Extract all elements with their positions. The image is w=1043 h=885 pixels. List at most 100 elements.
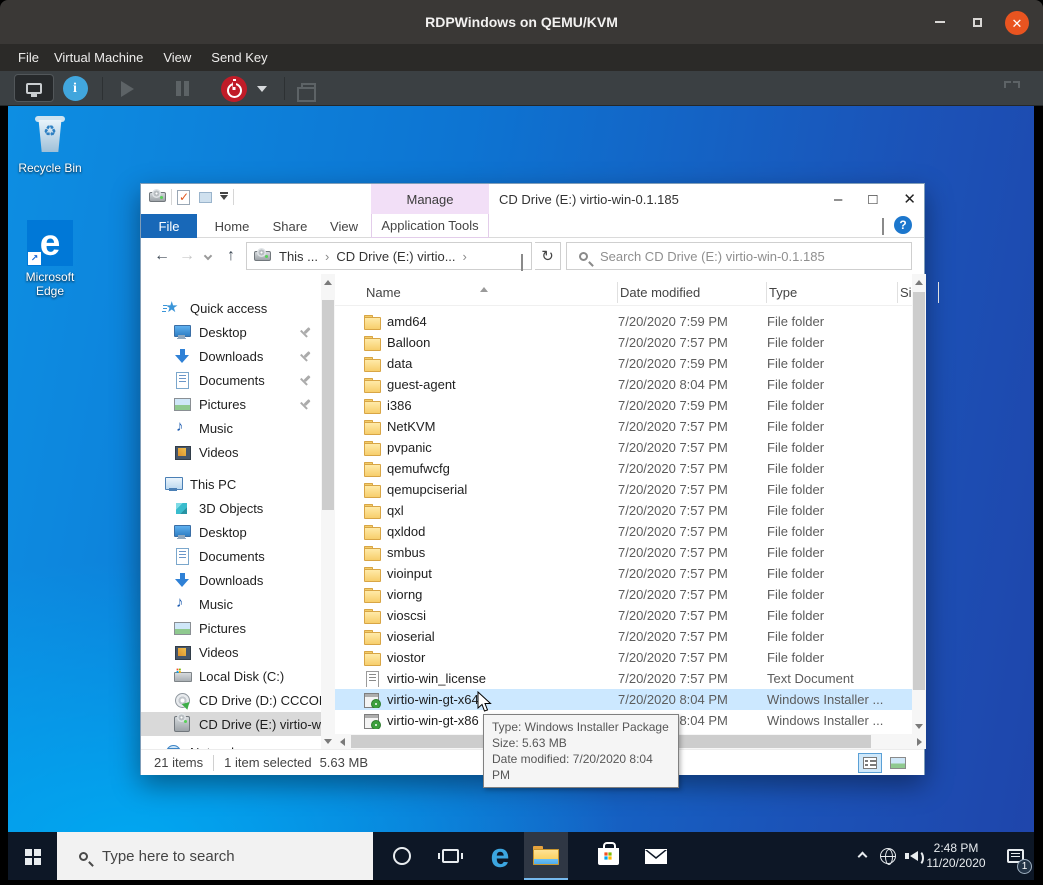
sidebar-item-videos[interactable]: Videos [141, 440, 321, 464]
file-row-vioinput[interactable]: vioinput 7/20/2020 7:57 PM File folder [335, 563, 912, 584]
column-header-type[interactable]: Type [767, 279, 898, 306]
file-row-virtio-win-license[interactable]: virtio-win_license 7/20/2020 7:57 PM Tex… [335, 668, 912, 689]
file-row-amd64[interactable]: amd64 7/20/2020 7:59 PM File folder [335, 311, 912, 332]
file-row-i386[interactable]: i386 7/20/2020 7:59 PM File folder [335, 395, 912, 416]
file-row-vioscsi[interactable]: vioscsi 7/20/2020 7:57 PM File folder [335, 605, 912, 626]
viewer-minimize-button[interactable] [929, 11, 951, 33]
breadcrumb-chevron-icon[interactable]: › [325, 249, 329, 264]
file-row-netkvm[interactable]: NetKVM 7/20/2020 7:57 PM File folder [335, 416, 912, 437]
edge-taskbar-button[interactable]: e [478, 832, 522, 880]
store-taskbar-button[interactable] [586, 832, 630, 880]
desktop-icon-recycle-bin[interactable]: ♻ Recycle Bin [12, 116, 88, 175]
refresh-button[interactable]: ↻ [535, 242, 561, 270]
sidebar-item-3d-objects[interactable]: 3D Objects [141, 496, 321, 520]
explorer-titlebar[interactable]: Manage CD Drive (E:) virtio-win-0.1.185 … [141, 184, 924, 214]
file-row-qxldod[interactable]: qxldod 7/20/2020 7:57 PM File folder [335, 521, 912, 542]
taskbar-clock[interactable]: 2:48 PM 11/20/2020 [920, 832, 992, 880]
menu-send-key[interactable]: Send Key [211, 46, 267, 69]
sidebar-item-cd-drive-d-cccoma[interactable]: CD Drive (D:) CCCOMA_ [141, 688, 321, 712]
fullscreen-button[interactable] [998, 71, 1026, 106]
file-row-data[interactable]: data 7/20/2020 7:59 PM File folder [335, 353, 912, 374]
file-row-smbus[interactable]: smbus 7/20/2020 7:57 PM File folder [335, 542, 912, 563]
viewer-maximize-button[interactable] [966, 11, 988, 33]
back-button[interactable]: ← [149, 238, 175, 274]
sidebar-item-cd-drive-e-virtio-win-0[interactable]: CD Drive (E:) virtio-win-0 [141, 712, 321, 736]
file-row-qemufwcfg[interactable]: qemufwcfg 7/20/2020 7:57 PM File folder [335, 458, 912, 479]
customize-qat-caret-icon[interactable] [220, 195, 228, 200]
sidebar-item-pictures[interactable]: Pictures [141, 616, 321, 640]
scrollbar-thumb[interactable] [913, 292, 925, 690]
sidebar-section-quick-access[interactable]: Quick access [141, 296, 321, 320]
sidebar-section-this-pc[interactable]: This PC [141, 472, 321, 496]
taskbar-search-input[interactable] [100, 847, 373, 866]
ribbon-tab-share[interactable]: Share [261, 214, 319, 238]
file-row-viostor[interactable]: viostor 7/20/2020 7:57 PM File folder [335, 647, 912, 668]
menu-file[interactable]: File [18, 46, 39, 69]
taskbar-search[interactable] [57, 832, 373, 880]
start-button[interactable] [8, 832, 57, 880]
ribbon-tab-home[interactable]: Home [203, 214, 261, 238]
info-button[interactable]: i [61, 71, 89, 106]
viewer-close-button[interactable]: ✕ [1005, 11, 1029, 35]
file-row-virtio-win-gt-x64[interactable]: virtio-win-gt-x64 7/20/2020 8:04 PM Wind… [335, 689, 912, 710]
file-row-pvpanic[interactable]: pvpanic 7/20/2020 7:57 PM File folder [335, 437, 912, 458]
column-header-name[interactable]: Name [335, 279, 618, 306]
address-dropdown-caret-icon[interactable] [521, 254, 523, 269]
scroll-down-icon[interactable] [321, 733, 335, 749]
explorer-close-button[interactable]: ✕ [903, 192, 916, 207]
sidebar-item-desktop[interactable]: Desktop [141, 320, 321, 344]
menu-virtual-machine[interactable]: Virtual Machine [54, 46, 143, 69]
up-button[interactable]: ↑ [219, 238, 243, 274]
new-folder-icon[interactable] [199, 192, 212, 203]
scrollbar-thumb[interactable] [322, 300, 334, 510]
explorer-maximize-button[interactable]: □ [868, 192, 877, 207]
shutdown-menu-button[interactable] [252, 71, 272, 106]
search-box[interactable] [566, 242, 912, 270]
network-tray-button[interactable] [874, 832, 902, 880]
file-list-vertical-scrollbar[interactable] [912, 274, 926, 734]
breadcrumb-segment[interactable]: CD Drive (E:) virtio... [336, 249, 455, 264]
address-bar[interactable]: This ... › CD Drive (E:) virtio... › [246, 242, 532, 270]
ribbon-tab-application-tools[interactable]: Application Tools [371, 214, 489, 238]
mail-taskbar-button[interactable] [634, 832, 678, 880]
file-row-guest-agent[interactable]: guest-agent 7/20/2020 8:04 PM File folde… [335, 374, 912, 395]
thumbnails-view-button[interactable] [886, 753, 910, 773]
help-icon[interactable]: ? [894, 216, 912, 234]
sidebar-item-documents[interactable]: Documents [141, 544, 321, 568]
sidebar-item-downloads[interactable]: Downloads [141, 568, 321, 592]
file-row-vioserial[interactable]: vioserial 7/20/2020 7:57 PM File folder [335, 626, 912, 647]
tray-expand-button[interactable] [848, 832, 876, 880]
explorer-minimize-button[interactable]: – [834, 192, 842, 207]
sidebar-item-documents[interactable]: Documents [141, 368, 321, 392]
ribbon-tab-view[interactable]: View [319, 214, 369, 238]
menu-view[interactable]: View [163, 46, 191, 69]
ribbon-tab-file[interactable]: File [141, 214, 197, 238]
sidebar-item-videos[interactable]: Videos [141, 640, 321, 664]
sidebar-item-local-disk-c[interactable]: Local Disk (C:) [141, 664, 321, 688]
sidebar-item-desktop[interactable]: Desktop [141, 520, 321, 544]
ribbon-tab-manage[interactable]: Manage [371, 184, 489, 214]
display-button[interactable] [14, 74, 54, 102]
breadcrumb-segment[interactable]: This ... [279, 249, 318, 264]
file-row-qxl[interactable]: qxl 7/20/2020 7:57 PM File folder [335, 500, 912, 521]
scroll-up-icon[interactable] [321, 274, 335, 290]
file-row-balloon[interactable]: Balloon 7/20/2020 7:57 PM File folder [335, 332, 912, 353]
column-header-date-modified[interactable]: Date modified [618, 279, 767, 306]
sidebar-item-downloads[interactable]: Downloads [141, 344, 321, 368]
sidebar-scrollbar[interactable] [321, 274, 335, 749]
scroll-down-icon[interactable] [912, 718, 926, 734]
scroll-up-icon[interactable] [912, 274, 926, 290]
sidebar-item-music[interactable]: Music [141, 416, 321, 440]
collapse-ribbon-chevron-icon[interactable] [882, 218, 884, 233]
search-input[interactable] [598, 248, 911, 265]
cortana-button[interactable] [380, 832, 424, 880]
recent-locations-caret-icon[interactable] [199, 238, 217, 274]
scroll-right-icon[interactable] [912, 734, 926, 749]
breadcrumb-chevron-icon[interactable]: › [463, 249, 467, 264]
properties-icon[interactable] [177, 190, 190, 205]
task-view-button[interactable] [428, 832, 472, 880]
sidebar-section-network[interactable]: Network [141, 740, 321, 749]
shutdown-button[interactable] [219, 71, 249, 106]
file-row-qemupciserial[interactable]: qemupciserial 7/20/2020 7:57 PM File fol… [335, 479, 912, 500]
action-center-button[interactable]: 1 [996, 832, 1034, 880]
